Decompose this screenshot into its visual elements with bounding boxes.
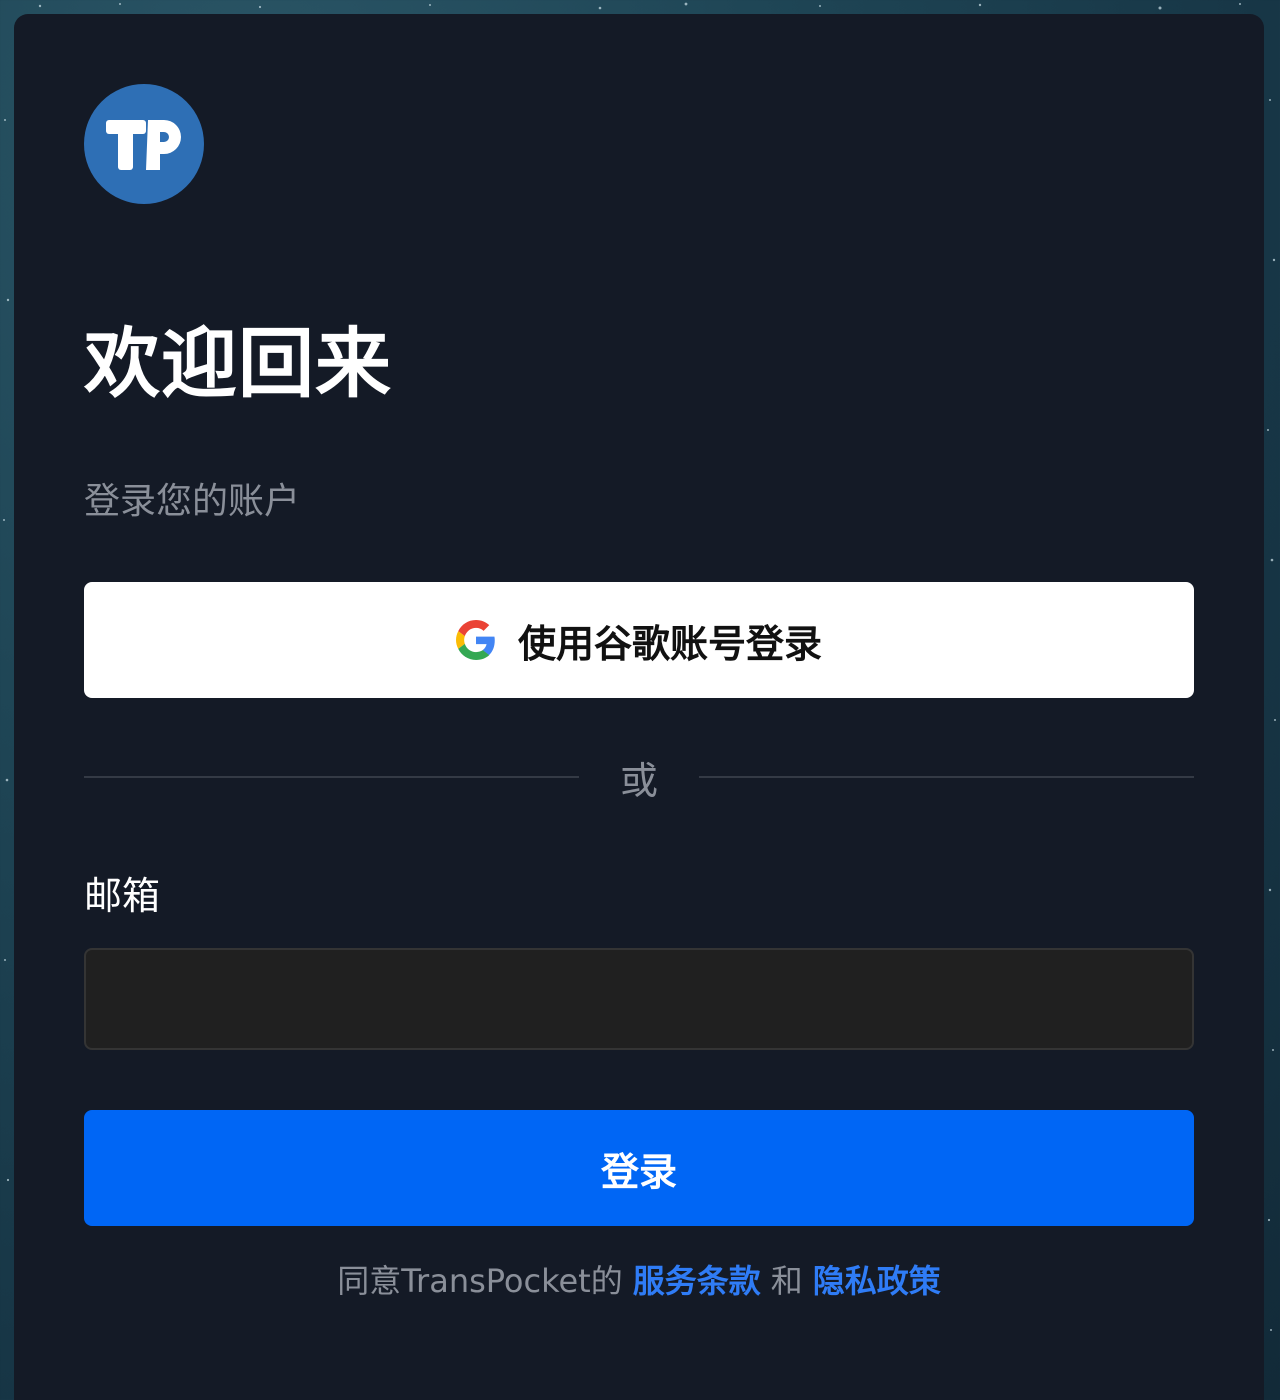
divider-line-left bbox=[84, 776, 579, 778]
google-icon bbox=[455, 620, 495, 660]
divider-text: 或 bbox=[619, 758, 658, 803]
google-login-button[interactable]: 使用谷歌账号登录 bbox=[84, 582, 1194, 698]
terms-prefix: 同意TransPocket的 bbox=[337, 1262, 623, 1300]
email-input[interactable] bbox=[84, 948, 1194, 1050]
page-subtitle: 登录您的账户 bbox=[84, 481, 301, 522]
page-title: 欢迎回来 bbox=[84, 319, 392, 408]
terms-notice: 同意TransPocket的 服务条款和隐私政策 bbox=[84, 1262, 1194, 1300]
email-label: 邮箱 bbox=[84, 874, 161, 918]
login-card: 欢迎回来 登录您的账户 使用谷歌账号登录 或 邮箱 登录 同意TransPock… bbox=[14, 14, 1264, 1400]
or-divider: 或 bbox=[84, 749, 1194, 805]
terms-conjunction: 和 bbox=[770, 1262, 803, 1300]
divider-line-right bbox=[699, 776, 1194, 778]
transpocket-logo bbox=[84, 84, 204, 204]
login-button[interactable]: 登录 bbox=[84, 1110, 1194, 1226]
terms-of-service-link[interactable]: 服务条款 bbox=[633, 1262, 761, 1300]
privacy-policy-link[interactable]: 隐私政策 bbox=[813, 1262, 941, 1300]
google-login-label: 使用谷歌账号登录 bbox=[517, 621, 822, 666]
